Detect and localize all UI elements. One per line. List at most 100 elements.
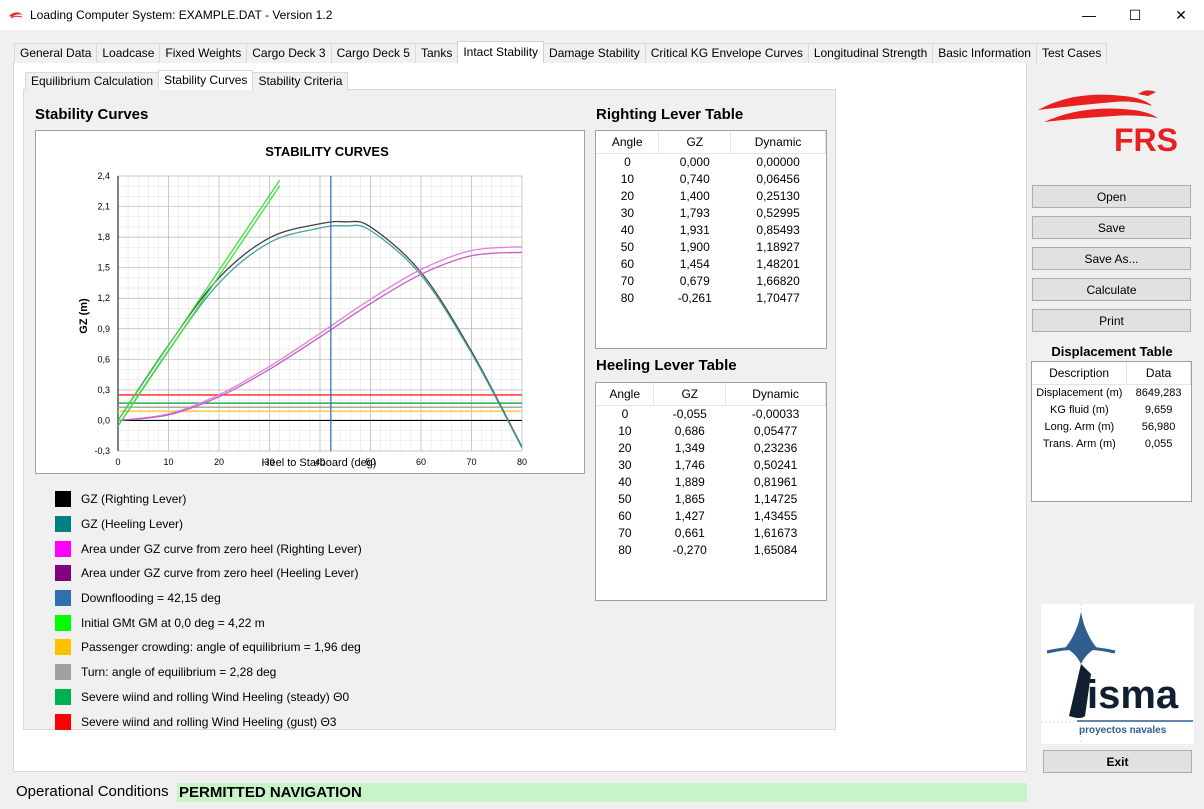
table-row: Displacement (m) 8649,283 [1032, 384, 1191, 401]
table-cell: 1,61673 [753, 525, 798, 540]
table-cell: 30 [618, 457, 632, 472]
table-row: 0 -0,055 -0,00033 [596, 405, 826, 422]
righting-lever-heading: Righting Lever Table [596, 106, 744, 123]
table-cell: 1,793 [679, 205, 710, 220]
table-cell: 70 [620, 273, 635, 288]
table-cell: 0,50241 [753, 457, 798, 472]
legend-swatch [55, 516, 71, 533]
tab-fixed-weights[interactable]: Fixed Weights [159, 43, 248, 63]
table-cell: 0,661 [674, 525, 705, 540]
y-tick-label: 0,3 [97, 385, 110, 395]
table-cell: 1,66820 [756, 273, 800, 288]
tab-damage-stability[interactable]: Damage Stability [543, 43, 646, 63]
table-cell: 1,18927 [756, 239, 800, 254]
table-cell: 0,686 [674, 423, 705, 438]
maximize-button[interactable]: ☐ [1112, 0, 1158, 30]
heeling-lever-table: Angle GZ Dynamic 0 -0,055 -0,00033 10 0,686 0,05… [595, 382, 827, 601]
save-as-button[interactable]: Save As... [1032, 247, 1191, 270]
stability-curves-heading: Stability Curves [35, 106, 149, 123]
table-cell: 0,679 [679, 273, 710, 288]
frs-logo: FRS [1034, 88, 1196, 158]
x-tick-label: 80 [517, 457, 527, 467]
legend-item: Passenger crowding: angle of equilibrium… [55, 635, 362, 660]
app-icon [8, 10, 24, 20]
righting_table-header: Dynamic [730, 131, 826, 154]
tab-longitudinal-strength[interactable]: Longitudinal Strength [807, 43, 934, 63]
open-button[interactable]: Open [1032, 185, 1191, 208]
calculate-button[interactable]: Calculate [1032, 278, 1191, 301]
table-cell: 1,454 [679, 256, 710, 271]
table-cell: 0,25130 [756, 188, 800, 203]
window-title: Loading Computer System: EXAMPLE.DAT - V… [30, 8, 333, 22]
legend-item: Downflooding = 42,15 deg [55, 586, 362, 611]
save-button[interactable]: Save [1032, 216, 1191, 239]
righting-lever-table: Angle GZ Dynamic 0 0,000 0,00000 10 0,740 0,0645… [595, 130, 827, 349]
tab-equilibrium-calculation[interactable]: Equilibrium Calculation [25, 72, 160, 90]
table-cell: 1,746 [674, 457, 705, 472]
close-button[interactable]: ✕ [1158, 0, 1204, 30]
y-tick-label: 0,0 [97, 415, 110, 425]
legend-label: GZ (Heeling Lever) [81, 517, 184, 532]
tab-intact-stability[interactable]: Intact Stability [457, 41, 545, 63]
legend-swatch [55, 664, 71, 681]
tab-basic-information[interactable]: Basic Information [932, 43, 1037, 63]
table-cell: 30 [620, 205, 635, 220]
tab-loadcase[interactable]: Loadcase [96, 43, 161, 63]
table-row: 50 1,900 1,18927 [596, 238, 826, 255]
tab-cargo-deck-3[interactable]: Cargo Deck 3 [246, 43, 332, 63]
print-button[interactable]: Print [1032, 309, 1191, 332]
y-tick-label: 1,5 [97, 263, 110, 273]
table-cell: -0,270 [672, 542, 707, 557]
table-row: 40 1,889 0,81961 [596, 473, 826, 490]
table-cell: 0,23236 [753, 440, 798, 455]
legend-label: Downflooding = 42,15 deg [81, 591, 221, 606]
table-cell: 80 [620, 290, 635, 305]
chart-y-label: GZ (m) [78, 298, 90, 334]
table-cell: 80 [618, 542, 632, 557]
y-tick-label: 0,9 [97, 324, 110, 334]
tab-critical-kg[interactable]: Critical KG Envelope Curves [644, 43, 809, 63]
table-row: 70 0,661 1,61673 [596, 524, 826, 541]
x-tick-label: 20 [214, 457, 224, 467]
y-tick-label: 2,1 [97, 202, 110, 212]
x-tick-label: 60 [416, 457, 426, 467]
x-tick-label: 10 [163, 457, 173, 467]
legend-swatch [55, 639, 71, 656]
tab-test-cases[interactable]: Test Cases [1035, 43, 1108, 63]
legend-item: Turn: angle of equilibrium = 2,28 deg [55, 660, 362, 685]
table-row: 60 1,454 1,48201 [596, 255, 826, 272]
table-cell: Long. Arm (m) [1044, 420, 1115, 433]
table-cell: 1,48201 [756, 256, 800, 271]
table-cell: 0,000 [679, 154, 710, 169]
table-cell: 0,52995 [756, 205, 800, 220]
table-cell: 60 [618, 508, 632, 523]
exit-button[interactable]: Exit [1043, 750, 1192, 773]
table-row: 60 1,427 1,43455 [596, 507, 826, 524]
legend-item: GZ (Heeling Lever) [55, 512, 362, 537]
y-tick-label: 0,6 [97, 354, 110, 364]
minimize-button[interactable]: — [1066, 0, 1112, 30]
table-row: KG fluid (m) 9,659 [1032, 401, 1191, 418]
table-cell: 0 [624, 154, 631, 169]
table-cell: -0,055 [672, 406, 707, 421]
visma-logo: isma proyectos navales [1041, 604, 1194, 744]
legend-label: Severe wiind and rolling Wind Heeling (s… [81, 689, 350, 704]
chart-x-label: Heel to Starboard (deg) [262, 457, 377, 469]
stability-chart: STABILITY CURVES 0 10 20 30 40 50 60 70 80 -0,3 0,… [35, 130, 585, 474]
heeling-lever-heading: Heeling Lever Table [596, 357, 737, 374]
frs-logo-text: FRS [1114, 122, 1178, 158]
tab-cargo-deck-5[interactable]: Cargo Deck 5 [330, 43, 416, 63]
table-cell: 0,06456 [756, 171, 800, 186]
tab-general-data[interactable]: General Data [14, 43, 98, 63]
table-cell: 60 [620, 256, 635, 271]
tab-stability-criteria[interactable]: Stability Criteria [252, 72, 349, 90]
table-row: 10 0,686 0,05477 [596, 422, 826, 439]
table-row: 70 0,679 1,66820 [596, 272, 826, 289]
table-cell: KG fluid (m) [1050, 403, 1109, 416]
table-row: 40 1,931 0,85493 [596, 221, 826, 238]
tab-tanks[interactable]: Tanks [414, 43, 459, 63]
table-cell: 0,81961 [753, 474, 798, 489]
visma-logo-subtitle: proyectos navales [1079, 725, 1167, 736]
displacement-table: Description Data Displacement (m) 8649,283 K… [1031, 361, 1192, 502]
tab-stability-curves[interactable]: Stability Curves [158, 70, 254, 90]
